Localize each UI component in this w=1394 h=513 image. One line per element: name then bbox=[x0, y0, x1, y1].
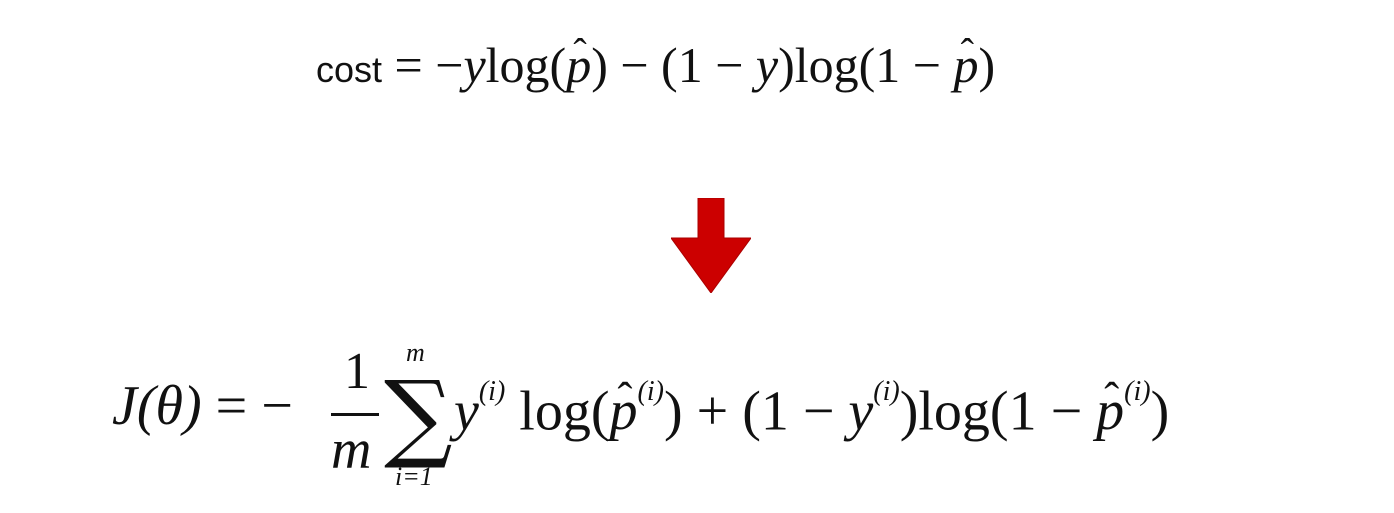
cost-y-term: y bbox=[463, 37, 486, 93]
cost-p-hat: p bbox=[566, 40, 591, 90]
down-arrow-icon bbox=[671, 198, 751, 293]
cost-formula: cost = −ylog(p) − (1 − y)log(1 − p) bbox=[316, 40, 995, 110]
cost-close-paren-2: ) bbox=[778, 37, 795, 93]
cost-minus: − (1 − bbox=[607, 37, 756, 93]
sum-lower-limit: i=1 bbox=[395, 462, 433, 491]
objective-close-paren: ) bbox=[663, 380, 683, 443]
objective-plus: + (1 − bbox=[682, 380, 849, 443]
cost-log-open: log( bbox=[485, 37, 567, 93]
objective-close-paren-3: ) bbox=[1150, 380, 1170, 443]
objective-y-superscript-2: (i) bbox=[873, 376, 900, 407]
cost-equals: = − bbox=[382, 37, 464, 93]
objective-lhs: J(θ) = − bbox=[112, 378, 293, 434]
slide: cost = −ylog(p) − (1 − y)log(1 − p) J(θ)… bbox=[0, 0, 1394, 513]
cost-close-paren: ) bbox=[591, 37, 608, 93]
objective-J: J bbox=[112, 375, 137, 437]
fraction-denominator: m bbox=[331, 419, 372, 481]
cost-p-hat-2: p bbox=[954, 40, 979, 90]
objective-y-superscript: (i) bbox=[478, 376, 506, 407]
cost-y-term-2: y bbox=[755, 37, 779, 93]
objective-close-paren-2: ) bbox=[899, 380, 919, 443]
objective-equals: = − bbox=[201, 375, 293, 437]
cost-log-open-2: log(1 − bbox=[794, 37, 954, 93]
objective-y-term-2: y bbox=[848, 380, 874, 443]
fraction-numerator: 1 bbox=[344, 343, 370, 400]
objective-y-term: y bbox=[454, 380, 479, 443]
objective-theta: (θ) bbox=[136, 375, 202, 437]
cost-close-paren-3: ) bbox=[978, 37, 996, 93]
objective-rhs: y(i) log(p(i)) + (1 − y(i))log(1 − p(i)) bbox=[454, 376, 1170, 443]
fraction-bar bbox=[331, 413, 379, 416]
objective-log-open-2: log(1 − bbox=[918, 380, 1097, 443]
objective-formula: J(θ) = − 1 m m ∑ i=1 y(i) log(p(i)) + (1… bbox=[112, 340, 1282, 500]
down-arrow-shape bbox=[671, 198, 751, 293]
objective-p-hat-superscript-2: (i) bbox=[1124, 376, 1151, 407]
objective-p-hat-superscript: (i) bbox=[637, 376, 664, 407]
sum-symbol: ∑ bbox=[384, 360, 453, 472]
objective-p-hat-2: p bbox=[1096, 383, 1124, 439]
objective-log-open: log( bbox=[505, 380, 610, 443]
cost-label: cost bbox=[316, 49, 383, 90]
objective-p-hat: p bbox=[610, 383, 638, 439]
